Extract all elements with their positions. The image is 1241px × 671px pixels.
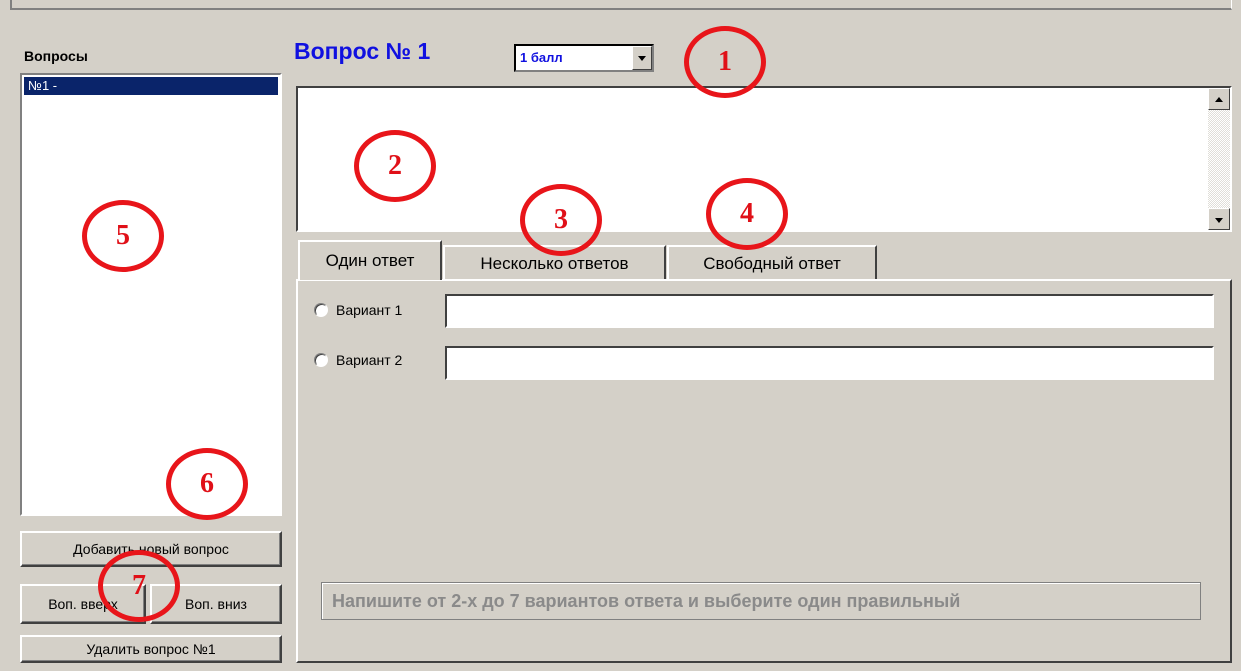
score-select[interactable]: 1 балл — [514, 44, 654, 72]
option-field-1[interactable] — [445, 294, 1214, 328]
annotation-mark-5: 5 — [82, 200, 164, 272]
hint-text: Напишите от 2-х до 7 вариантов ответа и … — [321, 582, 1201, 620]
dropdown-button[interactable] — [632, 46, 652, 70]
questions-list[interactable]: №1 - — [20, 73, 282, 516]
radio-icon[interactable] — [314, 353, 328, 367]
questions-label: Вопросы — [24, 48, 88, 64]
option-label-2: Вариант 2 — [336, 352, 403, 368]
option-radio-1[interactable]: Вариант 1 — [314, 295, 402, 325]
delete-question-button[interactable]: Удалить вопрос №1 — [20, 635, 282, 663]
annotation-mark-2: 2 — [354, 130, 436, 202]
option-field-2[interactable] — [445, 346, 1214, 380]
list-item[interactable]: №1 - — [24, 77, 278, 95]
tab-single-answer[interactable]: Один ответ — [298, 240, 442, 280]
annotation-mark-4: 4 — [706, 178, 788, 250]
scroll-down-button[interactable] — [1208, 208, 1230, 230]
chevron-down-icon — [638, 56, 646, 61]
option-radio-2[interactable]: Вариант 2 — [314, 345, 402, 375]
question-title: Вопрос № 1 — [294, 38, 431, 64]
annotation-mark-6: 6 — [166, 448, 248, 520]
arrow-up-icon — [1215, 97, 1223, 102]
annotation-mark-3: 3 — [520, 184, 602, 256]
scroll-up-button[interactable] — [1208, 88, 1230, 110]
arrow-down-icon — [1215, 218, 1223, 223]
score-value: 1 балл — [520, 50, 563, 65]
vertical-scrollbar[interactable] — [1208, 88, 1230, 230]
tab-free-answer[interactable]: Свободный ответ — [667, 245, 877, 280]
radio-icon[interactable] — [314, 303, 328, 317]
annotation-mark-7: 7 — [98, 550, 180, 622]
top-frame — [10, 0, 1232, 10]
annotation-mark-1: 1 — [684, 26, 766, 98]
option-label-1: Вариант 1 — [336, 302, 403, 318]
